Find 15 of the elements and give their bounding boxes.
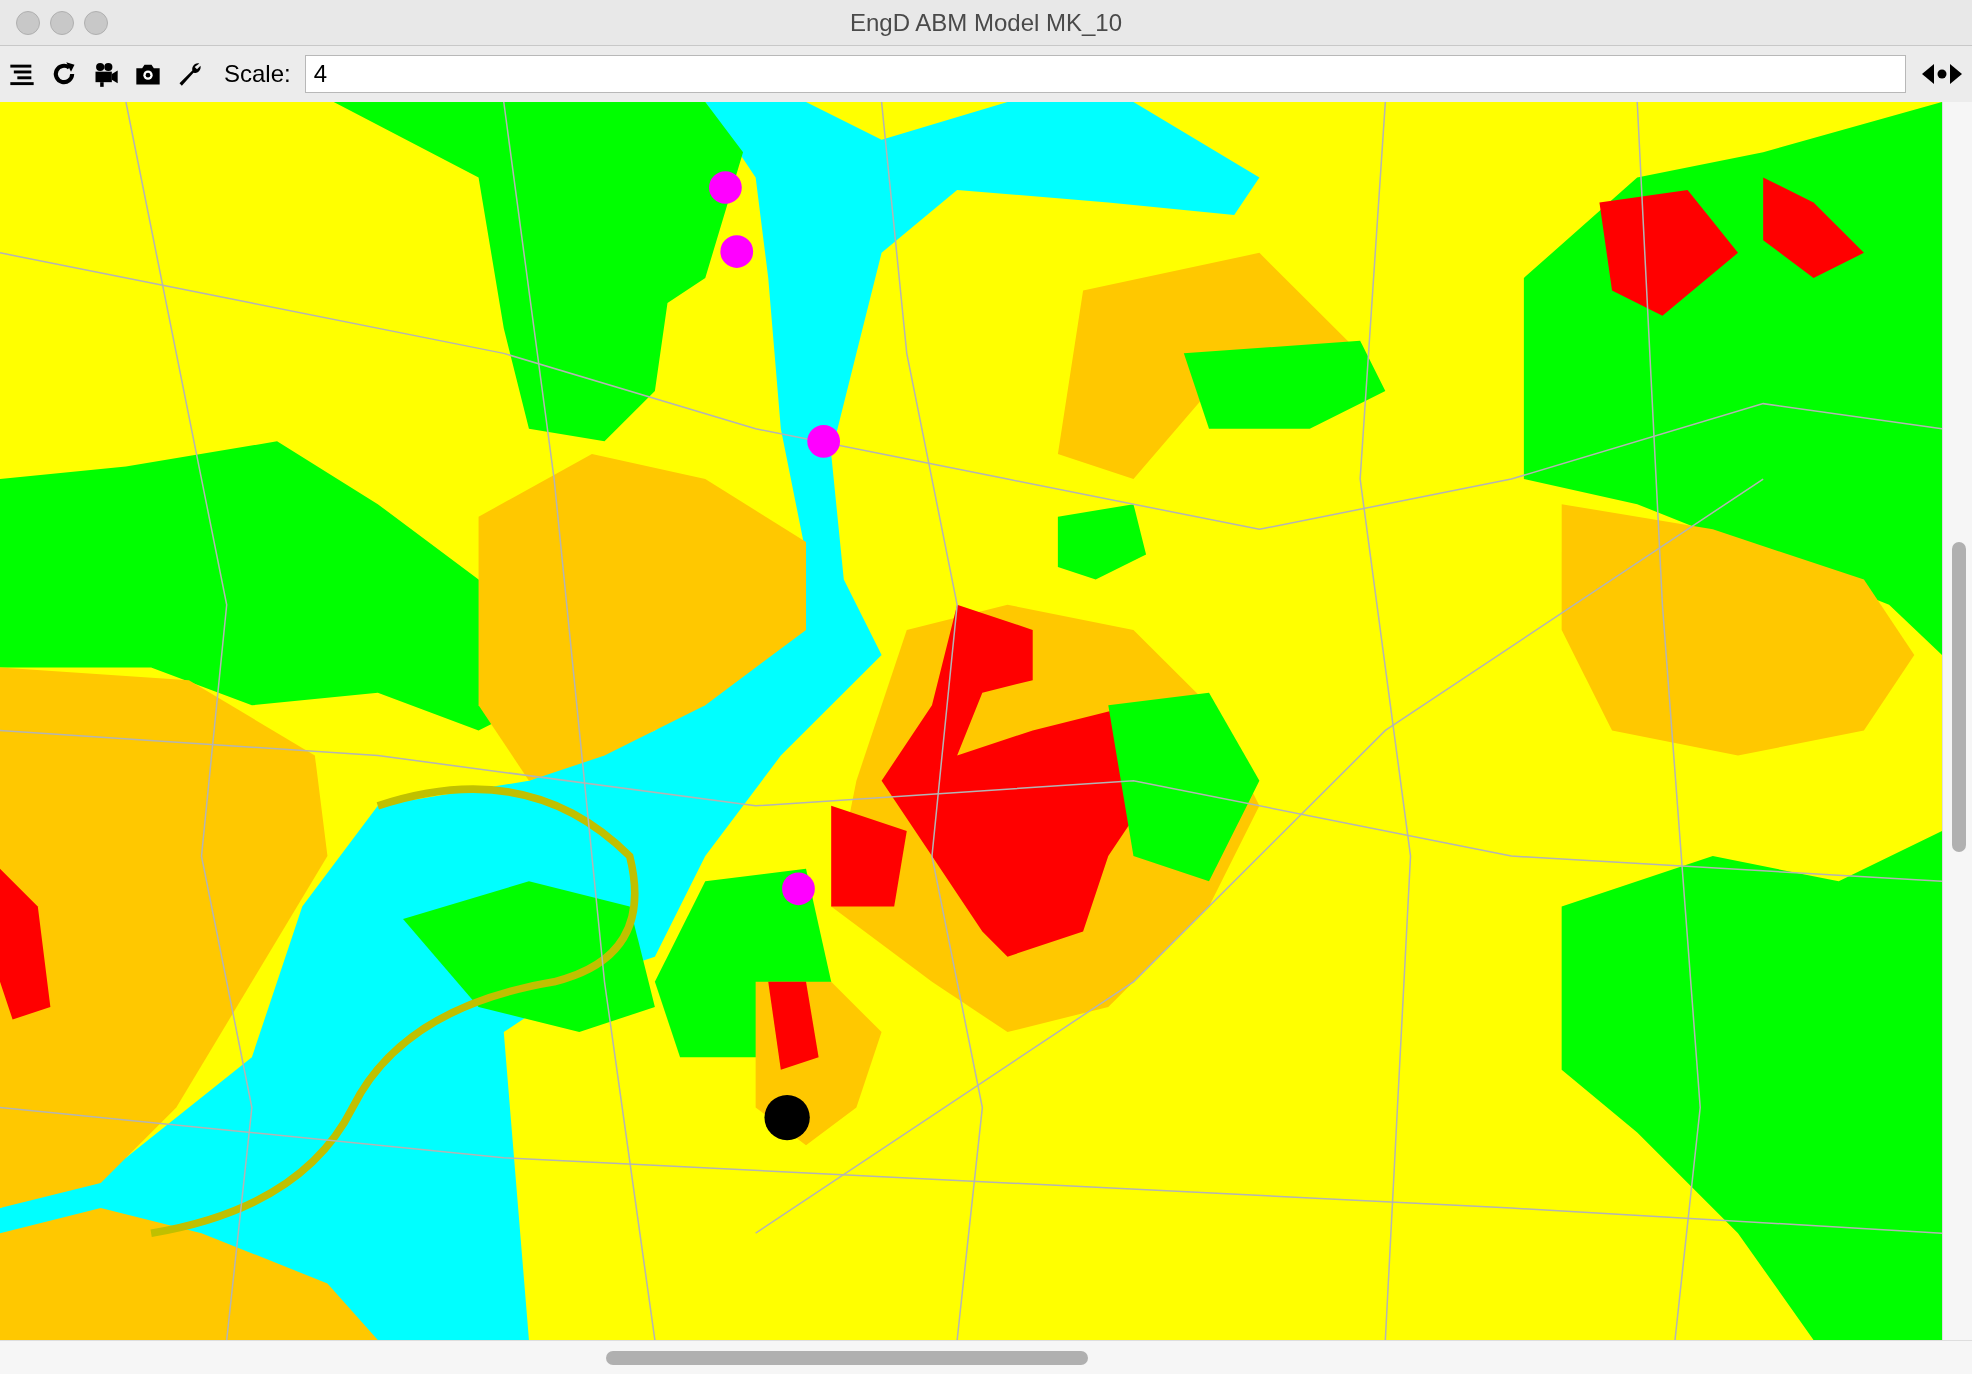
agent-dot [709, 171, 742, 204]
vertical-scrollbar[interactable] [1942, 102, 1972, 1340]
scale-field[interactable]: 4 [304, 55, 1906, 93]
zoom-button[interactable] [84, 10, 108, 35]
scrollbar-thumb[interactable] [1952, 542, 1966, 852]
agent-dot [782, 872, 815, 906]
scale-label: Scale: [224, 59, 291, 89]
minimize-button[interactable] [50, 10, 74, 35]
agent-dot [807, 425, 840, 458]
agent-dot [764, 1094, 810, 1141]
agent-dot [720, 235, 754, 268]
scrollbar-thumb[interactable] [606, 1351, 1088, 1365]
close-button[interactable] [16, 10, 40, 35]
horizontal-scrollbar[interactable] [0, 1340, 1972, 1374]
window-title: EngD ABM Model MK_10 [849, 7, 1123, 38]
